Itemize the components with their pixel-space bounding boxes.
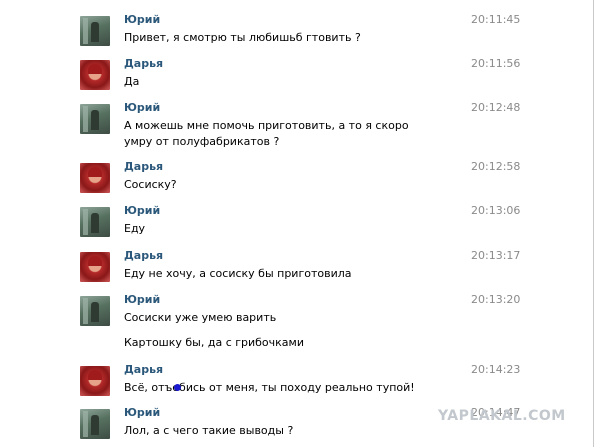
- avatar[interactable]: [80, 16, 110, 46]
- author-name[interactable]: Юрий: [124, 406, 160, 419]
- avatar[interactable]: [80, 163, 110, 193]
- message-text: А можешь мне помочь приготовить, а то я …: [124, 119, 409, 148]
- message-text: Всё, отъебись от меня, ты походу реально…: [124, 381, 415, 394]
- message-time: 20:12:48: [471, 101, 521, 114]
- avatar[interactable]: [80, 104, 110, 134]
- avatar[interactable]: [80, 207, 110, 237]
- avatar[interactable]: [80, 366, 110, 396]
- avatar[interactable]: [80, 60, 110, 90]
- author-name[interactable]: Дарья: [124, 249, 163, 262]
- message-text: Сосиски уже умею варить: [124, 311, 277, 324]
- avatar[interactable]: [80, 409, 110, 439]
- message-text: Сосиску?: [124, 178, 177, 191]
- watermark: YAPLAKAL.COM: [438, 408, 566, 424]
- author-name[interactable]: Юрий: [124, 204, 160, 217]
- message-text: Привет, я смотрю ты любишьб гтовить ?: [124, 31, 361, 44]
- frame-border: [593, 0, 594, 447]
- message-text: Лол, а с чего такие выводы ?: [124, 424, 294, 437]
- message-time: 20:14:23: [471, 363, 521, 376]
- avatar[interactable]: [80, 296, 110, 326]
- author-name[interactable]: Юрий: [124, 293, 160, 306]
- message-time: 20:13:20: [471, 293, 521, 306]
- author-name[interactable]: Дарья: [124, 57, 163, 70]
- message-time: 20:12:58: [471, 160, 521, 173]
- author-name[interactable]: Дарья: [124, 363, 163, 376]
- message-text-continuation: Картошку бы, да с грибочками: [124, 336, 304, 349]
- author-name[interactable]: Юрий: [124, 13, 160, 26]
- message-time: 20:13:17: [471, 249, 521, 262]
- message-time: 20:13:06: [471, 204, 521, 217]
- author-name[interactable]: Юрий: [124, 101, 160, 114]
- message-text: Еду: [124, 222, 146, 235]
- avatar[interactable]: [80, 252, 110, 282]
- message-text: Да: [124, 75, 140, 88]
- message-time: 20:11:56: [471, 57, 521, 70]
- author-name[interactable]: Дарья: [124, 160, 163, 173]
- message-time: 20:11:45: [471, 13, 521, 26]
- message-text: Еду не хочу, а сосиску бы приготовила: [124, 267, 352, 280]
- cursor-dot: [174, 384, 181, 391]
